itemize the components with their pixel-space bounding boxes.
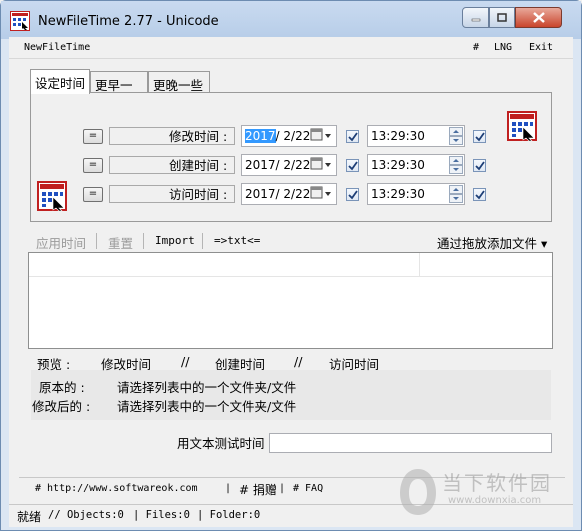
status-files: | Files:0 [133,509,190,521]
checkmark-icon [475,132,485,142]
test-text-input[interactable] [269,433,552,453]
preview-separator: // [294,354,303,369]
access-time-value: 13:29:30 [371,187,425,201]
create-date-value: 2017/ 2/22 [245,158,311,172]
window-title: NewFileTime 2.77 - Unicode [38,14,219,29]
watermark-logo-icon [400,469,436,515]
create-time-value: 13:29:30 [371,158,425,172]
toolbar-separator [96,233,97,249]
maximize-icon [497,13,507,22]
column-separator[interactable] [419,253,420,277]
status-objects: // Objects:0 [48,509,124,521]
menu-bar: NewFileTime # LNG Exit [9,37,573,59]
drag-drop-add-menu[interactable]: 通过拖放添加文件 ▾ [437,233,547,252]
modify-time-value: 13:29:30 [371,129,425,143]
menu-item-newfiletime[interactable]: NewFileTime [24,42,90,53]
preview-modify-label: 修改时间 [101,357,152,372]
time-spinner-icon[interactable] [449,127,463,145]
test-text-label: 用文本测试时间 [177,436,265,451]
minimize-icon [471,18,480,21]
checkmark-icon [475,161,485,171]
maximize-button[interactable] [489,7,515,28]
file-list-header[interactable] [29,253,552,277]
preview-separator: // [181,354,190,369]
modified-value: 请选择列表中的一个文件夹/文件 [117,399,297,414]
import-button[interactable]: Import [155,234,195,247]
calendar-cursor-icon[interactable] [37,181,67,211]
checkmark-icon [348,132,358,142]
close-icon [532,12,545,23]
time-spinner-icon[interactable] [449,156,463,174]
access-date-value: 2017/ 2/22 [245,187,311,201]
checkmark-icon [348,190,358,200]
access-time-label: 访问时间 : [169,187,228,202]
footer-separator: | [279,483,286,494]
checkmark-icon [348,161,358,171]
original-label: 原本的 : [39,380,85,395]
tab-earlier[interactable]: 更早一些 [90,71,148,112]
status-ready: 就绪 [17,510,42,524]
menu-item-hash[interactable]: # [473,42,479,53]
modify-time-checkbox[interactable] [473,130,486,143]
preview-label: 预览 : [37,357,71,372]
create-equal-button[interactable]: = [83,158,103,173]
app-window: NewFileTime 2.77 - Unicode NewFileTime #… [0,0,582,531]
modify-date-rest: / 2/22 [275,129,311,143]
modify-equal-button[interactable]: = [83,129,103,144]
access-date-picker[interactable]: 2017/ 2/22 [241,183,337,205]
modify-date-year-selected: 2017 [245,129,276,143]
title-bar[interactable]: NewFileTime 2.77 - Unicode [1,1,581,39]
modify-time-field[interactable]: 13:29:30 [367,125,465,147]
reset-button[interactable]: 重置 [108,233,133,252]
toolbar-separator [143,233,144,249]
website-link[interactable]: # http://www.softwareok.com [35,483,198,494]
create-date-checkbox[interactable] [346,159,359,172]
access-date-checkbox[interactable] [346,188,359,201]
tab-later[interactable]: 更晚一些 [148,71,210,93]
access-time-checkbox[interactable] [473,188,486,201]
create-time-field[interactable]: 13:29:30 [367,154,465,176]
apply-time-button[interactable]: 应用时间 [36,233,86,252]
modified-label: 修改后的 : [32,399,91,414]
menu-item-lng[interactable]: LNG [494,42,512,53]
watermark: 当下软件园 www.downxia.com [396,463,566,523]
calendar-dropdown-icon[interactable] [310,186,334,202]
original-value: 请选择列表中的一个文件夹/文件 [117,380,297,395]
checkmark-icon [475,190,485,200]
watermark-text: 当下软件园 [442,471,552,495]
minimize-button[interactable] [462,7,489,28]
preview-access-label: 访问时间 [329,357,380,372]
donate-link[interactable]: # 捐赠 [239,481,277,498]
modify-time-label: 修改时间 : [169,129,228,144]
modify-date-picker[interactable]: 2017/ 2/22 [241,125,337,147]
access-time-field[interactable]: 13:29:30 [367,183,465,205]
txt-export-button[interactable]: =>txt<= [214,234,260,247]
preview-create-label: 创建时间 [215,357,266,372]
tab-set-time[interactable]: 设定时间 [30,69,90,94]
calendar-cursor-icon[interactable] [507,111,537,141]
calendar-dropdown-icon[interactable] [310,157,334,173]
file-list[interactable] [28,252,553,349]
modify-date-checkbox[interactable] [346,130,359,143]
app-icon [10,11,30,31]
faq-link[interactable]: # FAQ [293,483,323,494]
menu-item-exit[interactable]: Exit [529,42,553,53]
calendar-dropdown-icon[interactable] [310,128,334,144]
create-time-checkbox[interactable] [473,159,486,172]
time-spinner-icon[interactable] [449,185,463,203]
create-date-picker[interactable]: 2017/ 2/22 [241,154,337,176]
action-toolbar: 应用时间 重置 Import =>txt<= 通过拖放添加文件 ▾ [30,231,552,251]
footer-separator: | [225,483,232,494]
status-folders: | Folder:0 [197,509,261,521]
access-equal-button[interactable]: = [83,187,103,202]
close-button[interactable] [515,7,562,28]
watermark-url: www.downxia.com [448,495,542,506]
create-time-label: 创建时间 : [169,158,228,173]
toolbar-separator [202,233,203,249]
